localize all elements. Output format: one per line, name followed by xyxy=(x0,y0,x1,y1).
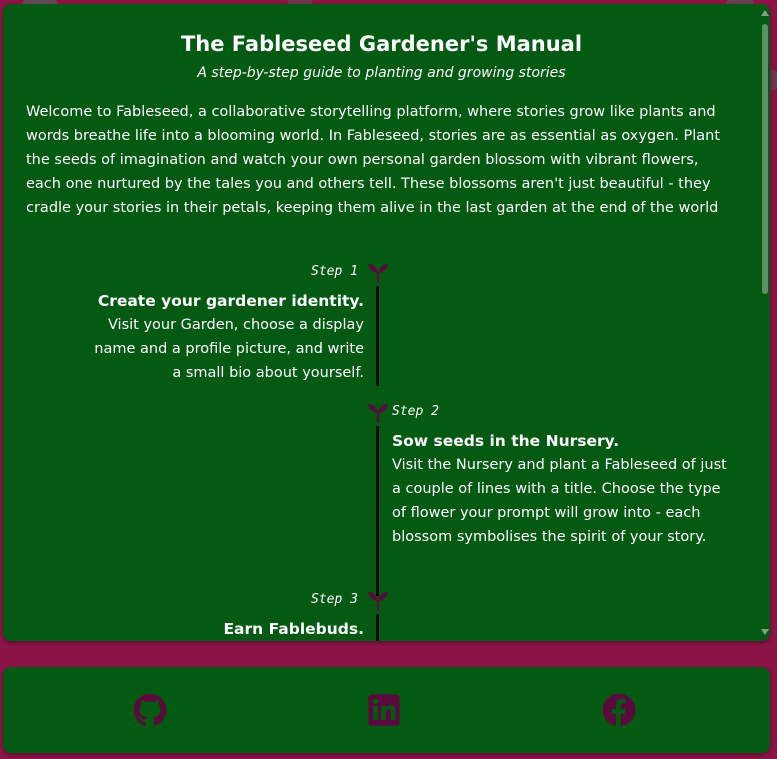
sprout-icon xyxy=(368,404,388,423)
github-icon xyxy=(133,693,167,726)
timeline-segment-3 xyxy=(376,614,379,641)
step-2-title: Sow seeds in the Nursery. xyxy=(392,432,620,450)
scrollbar-thumb[interactable] xyxy=(762,24,768,294)
timeline-segment-1 xyxy=(376,286,379,386)
facebook-icon xyxy=(602,693,636,727)
sprout-icon xyxy=(368,592,388,611)
timeline-segment-2 xyxy=(376,426,379,596)
manual-card: The Fableseed Gardener's Manual A step-b… xyxy=(3,4,770,641)
social-footer xyxy=(3,667,770,753)
step-3-card: Earn Fablebuds. xyxy=(24,617,364,641)
step-1-description: Visit your Garden, choose a display name… xyxy=(94,317,364,381)
page-subtitle: A step-by-step guide to planting and gro… xyxy=(197,65,566,81)
scrollbar[interactable] xyxy=(760,4,770,641)
linkedin-icon xyxy=(368,694,400,726)
step-2-card: Sow seeds in the Nursery. Visit the Nurs… xyxy=(392,429,732,549)
step-2-description: Visit the Nursery and plant a Fableseed … xyxy=(392,457,727,545)
manual-scroll-area[interactable]: The Fableseed Gardener's Manual A step-b… xyxy=(3,4,760,641)
step-1-card: Create your gardener identity. Visit you… xyxy=(24,289,364,385)
step-1-title: Create your gardener identity. xyxy=(97,292,364,310)
page-title: The Fableseed Gardener's Manual xyxy=(180,32,583,56)
linkedin-link[interactable] xyxy=(367,693,401,727)
step-label-1: Step 1 xyxy=(311,264,358,279)
step-3-title: Earn Fablebuds. xyxy=(223,620,364,638)
step-label-2: Step 2 xyxy=(392,404,439,419)
scroll-up-arrow-icon[interactable] xyxy=(761,10,769,16)
facebook-link[interactable] xyxy=(602,693,636,727)
intro-paragraph: Welcome to Fableseed, a collaborative st… xyxy=(26,104,721,216)
step-label-3: Step 3 xyxy=(311,592,358,607)
scroll-down-arrow-icon[interactable] xyxy=(761,629,769,635)
sprout-icon xyxy=(368,264,388,283)
github-link[interactable] xyxy=(133,693,167,727)
